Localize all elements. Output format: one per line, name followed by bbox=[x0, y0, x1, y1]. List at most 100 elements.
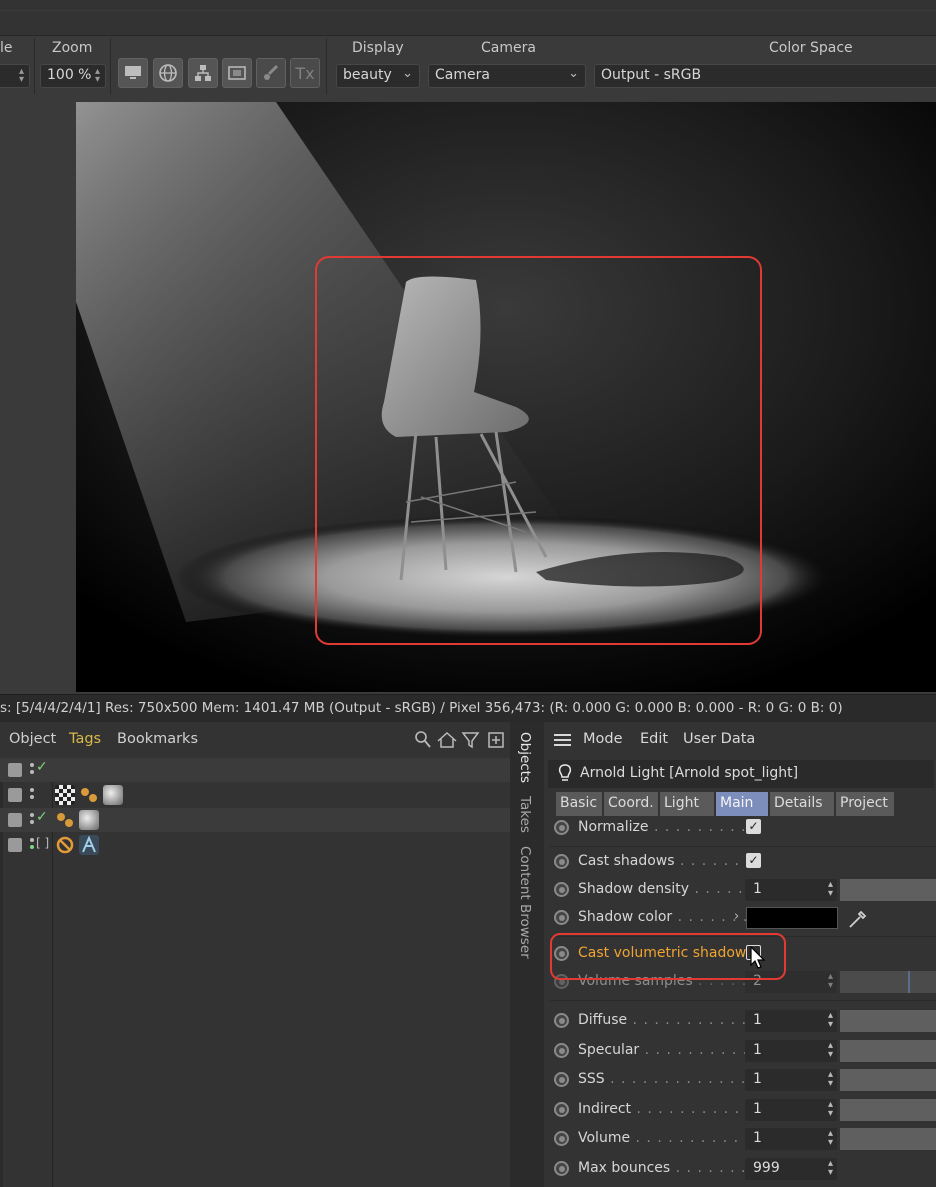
volume-samples-slider[interactable] bbox=[840, 971, 936, 993]
sphere-tag-icon[interactable] bbox=[103, 785, 123, 805]
enabled-check-icon[interactable]: ✓ bbox=[36, 809, 48, 825]
volume-field[interactable]: 1 ▴ ▾ bbox=[745, 1128, 837, 1150]
tab-light[interactable]: Light bbox=[660, 792, 714, 816]
no-entry-tag-icon[interactable] bbox=[55, 835, 75, 855]
param-label: Shadow color bbox=[578, 909, 673, 925]
menu-edit[interactable]: Edit bbox=[640, 731, 668, 747]
expand-chevron-icon[interactable]: › bbox=[734, 909, 739, 924]
object-row[interactable]: [ ] bbox=[0, 833, 510, 857]
keyframe-radio-icon[interactable] bbox=[554, 1161, 569, 1176]
keyframe-radio-icon[interactable] bbox=[554, 1013, 569, 1028]
globe-icon[interactable] bbox=[153, 58, 183, 88]
enabled-check-icon[interactable]: ✓ bbox=[36, 759, 48, 775]
visibility-dots[interactable] bbox=[29, 837, 35, 853]
slider-marker bbox=[908, 971, 910, 993]
checker-tag-icon[interactable] bbox=[55, 785, 75, 805]
colorspace-label: Color Space bbox=[769, 40, 853, 56]
layer-chip[interactable] bbox=[8, 763, 22, 777]
param-label: SSS bbox=[578, 1071, 605, 1087]
param-label: Diffuse bbox=[578, 1012, 628, 1028]
visibility-dots[interactable] bbox=[29, 812, 35, 828]
zoom-field[interactable]: 100 % ▴ ▾ bbox=[40, 64, 106, 88]
indirect-field[interactable]: 1 ▴ ▾ bbox=[745, 1099, 837, 1121]
menu-object[interactable]: Object bbox=[9, 731, 56, 747]
object-title: Arnold Light [Arnold spot_light] bbox=[580, 765, 799, 781]
object-row[interactable] bbox=[0, 783, 510, 807]
param-label: Shadow density bbox=[578, 881, 690, 897]
hamburger-menu-icon[interactable] bbox=[554, 734, 571, 746]
tab-project[interactable]: Project bbox=[836, 792, 894, 816]
visibility-dots[interactable] bbox=[29, 762, 35, 778]
menu-tags[interactable]: Tags bbox=[69, 731, 101, 747]
display-label: Display bbox=[352, 40, 404, 56]
tab-content-browser[interactable]: Content Browser bbox=[517, 846, 533, 959]
status-text: s: [5/4/4/2/4/1] Res: 750x500 Mem: 1401.… bbox=[0, 700, 843, 716]
tab-coord[interactable]: Coord. bbox=[604, 792, 658, 816]
menu-mode[interactable]: Mode bbox=[583, 731, 623, 747]
shadow-density-slider[interactable] bbox=[840, 879, 936, 901]
light-bulb-icon bbox=[558, 764, 572, 788]
title-strip bbox=[0, 0, 936, 36]
eyedropper-icon[interactable] bbox=[846, 907, 870, 936]
indirect-slider[interactable] bbox=[840, 1099, 936, 1121]
brush-icon[interactable] bbox=[256, 58, 286, 88]
tab-objects[interactable]: Objects bbox=[517, 732, 533, 783]
normalize-checkbox[interactable]: ✓ bbox=[746, 819, 761, 834]
tab-details[interactable]: Details bbox=[770, 792, 834, 816]
tab-main[interactable]: Main bbox=[716, 792, 768, 816]
visibility-dots[interactable] bbox=[29, 787, 35, 803]
keyframe-radio-icon[interactable] bbox=[554, 1043, 569, 1058]
param-indirect: Indirect . . . . . . . . . . . 1 ▴ ▾ bbox=[544, 1096, 936, 1124]
display-dropdown[interactable]: beauty ⌄ bbox=[336, 64, 420, 88]
keyframe-radio-icon[interactable] bbox=[554, 820, 569, 835]
arnold-tag-icon[interactable] bbox=[79, 835, 99, 855]
diffuse-slider[interactable] bbox=[840, 1010, 936, 1032]
diffuse-field[interactable]: 1 ▴ ▾ bbox=[745, 1010, 837, 1032]
material-tag-icon[interactable] bbox=[79, 785, 99, 805]
hierarchy-icon[interactable] bbox=[188, 58, 218, 88]
tab-takes[interactable]: Takes bbox=[517, 796, 533, 833]
sss-field[interactable]: 1 ▴ ▾ bbox=[745, 1069, 837, 1091]
keyframe-radio-icon[interactable] bbox=[554, 1131, 569, 1146]
specular-slider[interactable] bbox=[840, 1040, 936, 1062]
volume-slider[interactable] bbox=[840, 1128, 936, 1150]
zoom-label: Zoom bbox=[52, 40, 93, 56]
layer-chip[interactable] bbox=[8, 838, 22, 852]
scale-field[interactable]: ▴ ▾ bbox=[0, 64, 30, 88]
cast-shadows-checkbox[interactable]: ✓ bbox=[746, 853, 761, 868]
tx-icon[interactable]: Tx bbox=[290, 58, 320, 88]
camera-label: Camera bbox=[481, 40, 536, 56]
shadow-color-swatch[interactable] bbox=[746, 907, 838, 929]
material-tag-icon[interactable] bbox=[55, 810, 75, 830]
colorspace-dropdown[interactable]: Output - sRGB bbox=[594, 64, 936, 88]
max-bounces-field[interactable]: 999 ▴ ▾ bbox=[745, 1158, 837, 1180]
menu-bookmarks[interactable]: Bookmarks bbox=[117, 731, 198, 747]
specular-field[interactable]: 1 ▴ ▾ bbox=[745, 1040, 837, 1062]
tab-basic[interactable]: Basic bbox=[556, 792, 602, 816]
camera-dropdown[interactable]: Camera ⌄ bbox=[428, 64, 586, 88]
menu-user-data[interactable]: User Data bbox=[683, 731, 755, 747]
keyframe-radio-icon[interactable] bbox=[554, 910, 569, 925]
monitor-icon[interactable] bbox=[118, 58, 148, 88]
shadow-density-field[interactable]: 1 ▴ ▾ bbox=[745, 879, 837, 901]
scale-label: le bbox=[0, 40, 13, 56]
bracket-icon[interactable]: [ ] bbox=[36, 836, 49, 850]
param-label: Max bounces bbox=[578, 1160, 671, 1176]
object-row[interactable]: ✓ bbox=[0, 758, 510, 782]
region-icon[interactable] bbox=[222, 58, 252, 88]
object-manager-toolbar-icons[interactable] bbox=[414, 730, 510, 750]
render-toolbar: le ▴ ▾ Zoom 100 % ▴ ▾ Tx Display beauty ⌄ Ca… bbox=[0, 36, 936, 100]
layer-chip[interactable] bbox=[8, 788, 22, 802]
attribute-manager: Mode Edit User Data Arnold Light [Arnold… bbox=[544, 722, 936, 1187]
keyframe-radio-icon[interactable] bbox=[554, 854, 569, 869]
side-tabs: Objects Takes Content Browser bbox=[510, 722, 544, 1187]
render-view-area bbox=[0, 100, 936, 694]
sphere-tag-icon[interactable] bbox=[79, 810, 99, 830]
keyframe-radio-icon[interactable] bbox=[554, 1072, 569, 1087]
object-row[interactable]: ✓ bbox=[0, 808, 510, 832]
param-label: Normalize bbox=[578, 819, 649, 835]
sss-slider[interactable] bbox=[840, 1069, 936, 1091]
keyframe-radio-icon[interactable] bbox=[554, 882, 569, 897]
keyframe-radio-icon[interactable] bbox=[554, 1102, 569, 1117]
layer-chip[interactable] bbox=[8, 813, 22, 827]
